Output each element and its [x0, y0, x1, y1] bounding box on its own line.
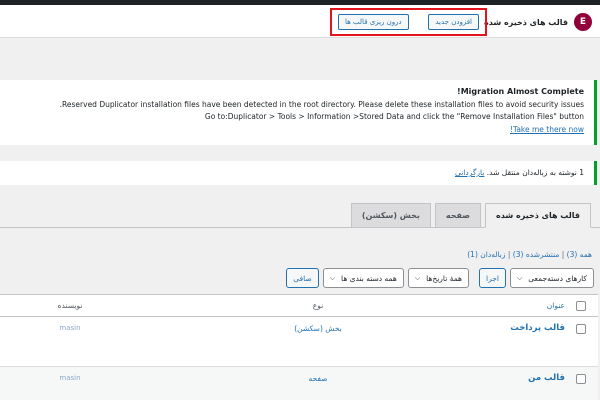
column-author-header: نویسنده	[57, 301, 83, 310]
elementor-logo-icon: E	[574, 13, 592, 31]
template-type-link[interactable]: صفحه	[308, 374, 327, 383]
row-checkbox[interactable]	[576, 374, 586, 384]
tab-section[interactable]: بخش (سکشن)	[350, 203, 431, 228]
table-row: قالب من صفحه masin	[0, 367, 598, 400]
status-all-link[interactable]: همه (3)	[567, 250, 592, 259]
migration-notice: !Migration Almost Complete .Reserved Dup…	[0, 80, 597, 145]
template-type-link[interactable]: بخش (سکشن)	[294, 324, 342, 333]
row-checkbox[interactable]	[576, 324, 586, 334]
notice-title: !Migration Almost Complete	[457, 87, 584, 96]
date-filter-select[interactable]: همهٔ تاریخ‌ها ⌵	[407, 268, 469, 288]
status-published-link[interactable]: منتشرشده (3)	[513, 250, 560, 259]
template-title-link[interactable]: قالب پرداخت	[510, 323, 565, 333]
undo-link[interactable]: بازگردانی	[455, 168, 484, 177]
trash-notice: 1 نوشته به زباله‌دان منتقل شد. بازگردانی	[0, 161, 597, 185]
brand: E قالب های ذخیره شده	[484, 13, 592, 31]
chevron-down-icon: ⌵	[516, 273, 523, 282]
chevron-down-icon: ⌵	[329, 273, 336, 282]
select-all-checkbox[interactable]	[576, 301, 586, 311]
template-author-link[interactable]: masin	[0, 374, 140, 382]
table-header-row: عنوان نوع نویسنده	[0, 295, 598, 317]
bulk-actions-select[interactable]: کارهای دسته‌جمعی ⌵	[509, 268, 594, 288]
trash-notice-text: 1 نوشته به زباله‌دان منتقل شد.	[486, 168, 584, 177]
take-me-there-link[interactable]: !Take me there now	[510, 125, 584, 134]
import-templates-button[interactable]: درون ریزی قالب ها	[338, 14, 409, 30]
filter-button[interactable]: صافی	[286, 268, 319, 288]
column-type-header: نوع	[312, 301, 324, 310]
table-filters: کارهای دسته‌جمعی ⌵ اجرا همهٔ تاریخ‌ها ⌵ …	[286, 268, 594, 288]
page-title: قالب های ذخیره شده	[484, 17, 568, 27]
status-filter-links: همه (3) | منتشرشده (3) | زباله‌دان (1)	[467, 250, 592, 259]
template-title-link[interactable]: قالب من	[528, 373, 565, 383]
notice-line-1: .Reserved Duplicator installation files …	[59, 99, 584, 109]
tab-saved-templates[interactable]: قالب های ذخیره شده	[485, 203, 591, 228]
column-title-header[interactable]: عنوان	[547, 301, 565, 310]
template-type-tabs: قالب های ذخیره شده صفحه بخش (سکشن)	[347, 203, 591, 228]
category-filter-select[interactable]: همه دسته بندی ها ⌵	[322, 268, 404, 288]
templates-table: عنوان نوع نویسنده قالب پرداخت بخش (سکشن)…	[0, 294, 598, 400]
template-author-link[interactable]: masin	[0, 324, 140, 332]
apply-button[interactable]: اجرا	[479, 268, 506, 288]
page-header: E قالب های ذخیره شده درون ریزی قالب ها ا…	[0, 5, 600, 38]
add-new-button[interactable]: افزودن جدید	[428, 14, 479, 30]
header-actions-highlight: درون ریزی قالب ها افزودن جدید	[330, 8, 487, 36]
notice-line-2: Go to:Duplicator > Tools > Information >…	[204, 112, 584, 121]
table-row: قالب پرداخت بخش (سکشن) masin	[0, 317, 598, 367]
chevron-down-icon: ⌵	[414, 273, 421, 282]
tab-page[interactable]: صفحه	[434, 203, 481, 228]
status-trash-link[interactable]: زباله‌دان (1)	[467, 250, 505, 259]
